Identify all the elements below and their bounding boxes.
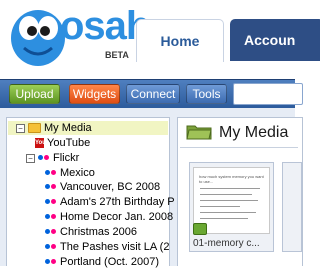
search-input[interactable] [233,83,303,105]
flickr-icon [45,244,57,250]
page-title: My Media [219,124,289,141]
tree-item-label: Portland (Oct. 2007) [60,256,160,268]
connect-button[interactable]: Connect [126,84,180,104]
tree-item-label: Vancouver, BC 2008 [60,181,161,193]
flickr-icon [45,229,57,235]
tools-button[interactable]: Tools [186,84,227,104]
tree-item-label: Mexico [60,167,95,179]
tree-item-flickr-set[interactable]: Portland (Oct. 2007) [45,255,159,269]
tree-item-flickr-set[interactable]: Vancouver, BC 2008 [45,180,160,194]
tree-item-my-media[interactable]: − My Media [16,121,92,135]
tree-item-label: The Pashes visit LA (2 [60,241,170,253]
flickr-icon [45,214,57,220]
thumbnail-text: how much system memory you want to use..… [199,174,264,184]
tree-item-flickr-set[interactable]: Mexico [45,166,95,180]
tab-home[interactable]: Home [136,19,224,62]
tree-item-flickr-set[interactable]: Home Decor Jan. 2008 [45,210,173,224]
flickr-icon [45,259,57,265]
flickr-icon [45,170,57,176]
media-item-label[interactable]: 01-memory c... [193,238,271,249]
upload-button[interactable]: Upload [9,84,60,104]
youtube-icon: You [35,138,46,148]
tree-item-flickr-set[interactable]: Christmas 2006 [45,225,137,239]
flickr-icon [45,199,57,205]
tab-account[interactable]: Accoun [230,19,320,61]
tree-item-label: Adam's 27th Birthday P [60,196,175,208]
collapse-toggle-icon[interactable]: − [26,153,35,163]
flickr-icon [38,155,50,161]
tree-item-label: Christmas 2006 [60,226,138,238]
beta-badge: BETA [105,50,129,60]
tree-item-flickr-set[interactable]: The Pashes visit LA (2 [45,240,169,254]
tree-item-flickr[interactable]: − Flickr [26,151,79,165]
folder-icon [186,125,212,140]
tree-item-label: Home Decor Jan. 2008 [60,211,174,223]
tree-item-label: YouTube [47,137,91,149]
tree-item-youtube[interactable]: You YouTube [35,136,90,150]
flickr-icon [45,184,57,190]
header: osah BETA Home Accoun [0,0,320,79]
toolbar: Upload Widgets Connect Tools [0,79,303,109]
collapse-toggle-icon[interactable]: − [16,123,25,133]
widgets-button[interactable]: Widgets [69,84,120,104]
document-type-icon [193,223,207,235]
media-item-card[interactable] [282,162,302,252]
tree-item-label: Flickr [53,152,80,164]
divider [180,147,298,148]
tree-item-flickr-set[interactable]: Adam's 27th Birthday P [45,195,175,209]
folder-icon [28,123,41,133]
tree-item-label: My Media [44,122,92,134]
